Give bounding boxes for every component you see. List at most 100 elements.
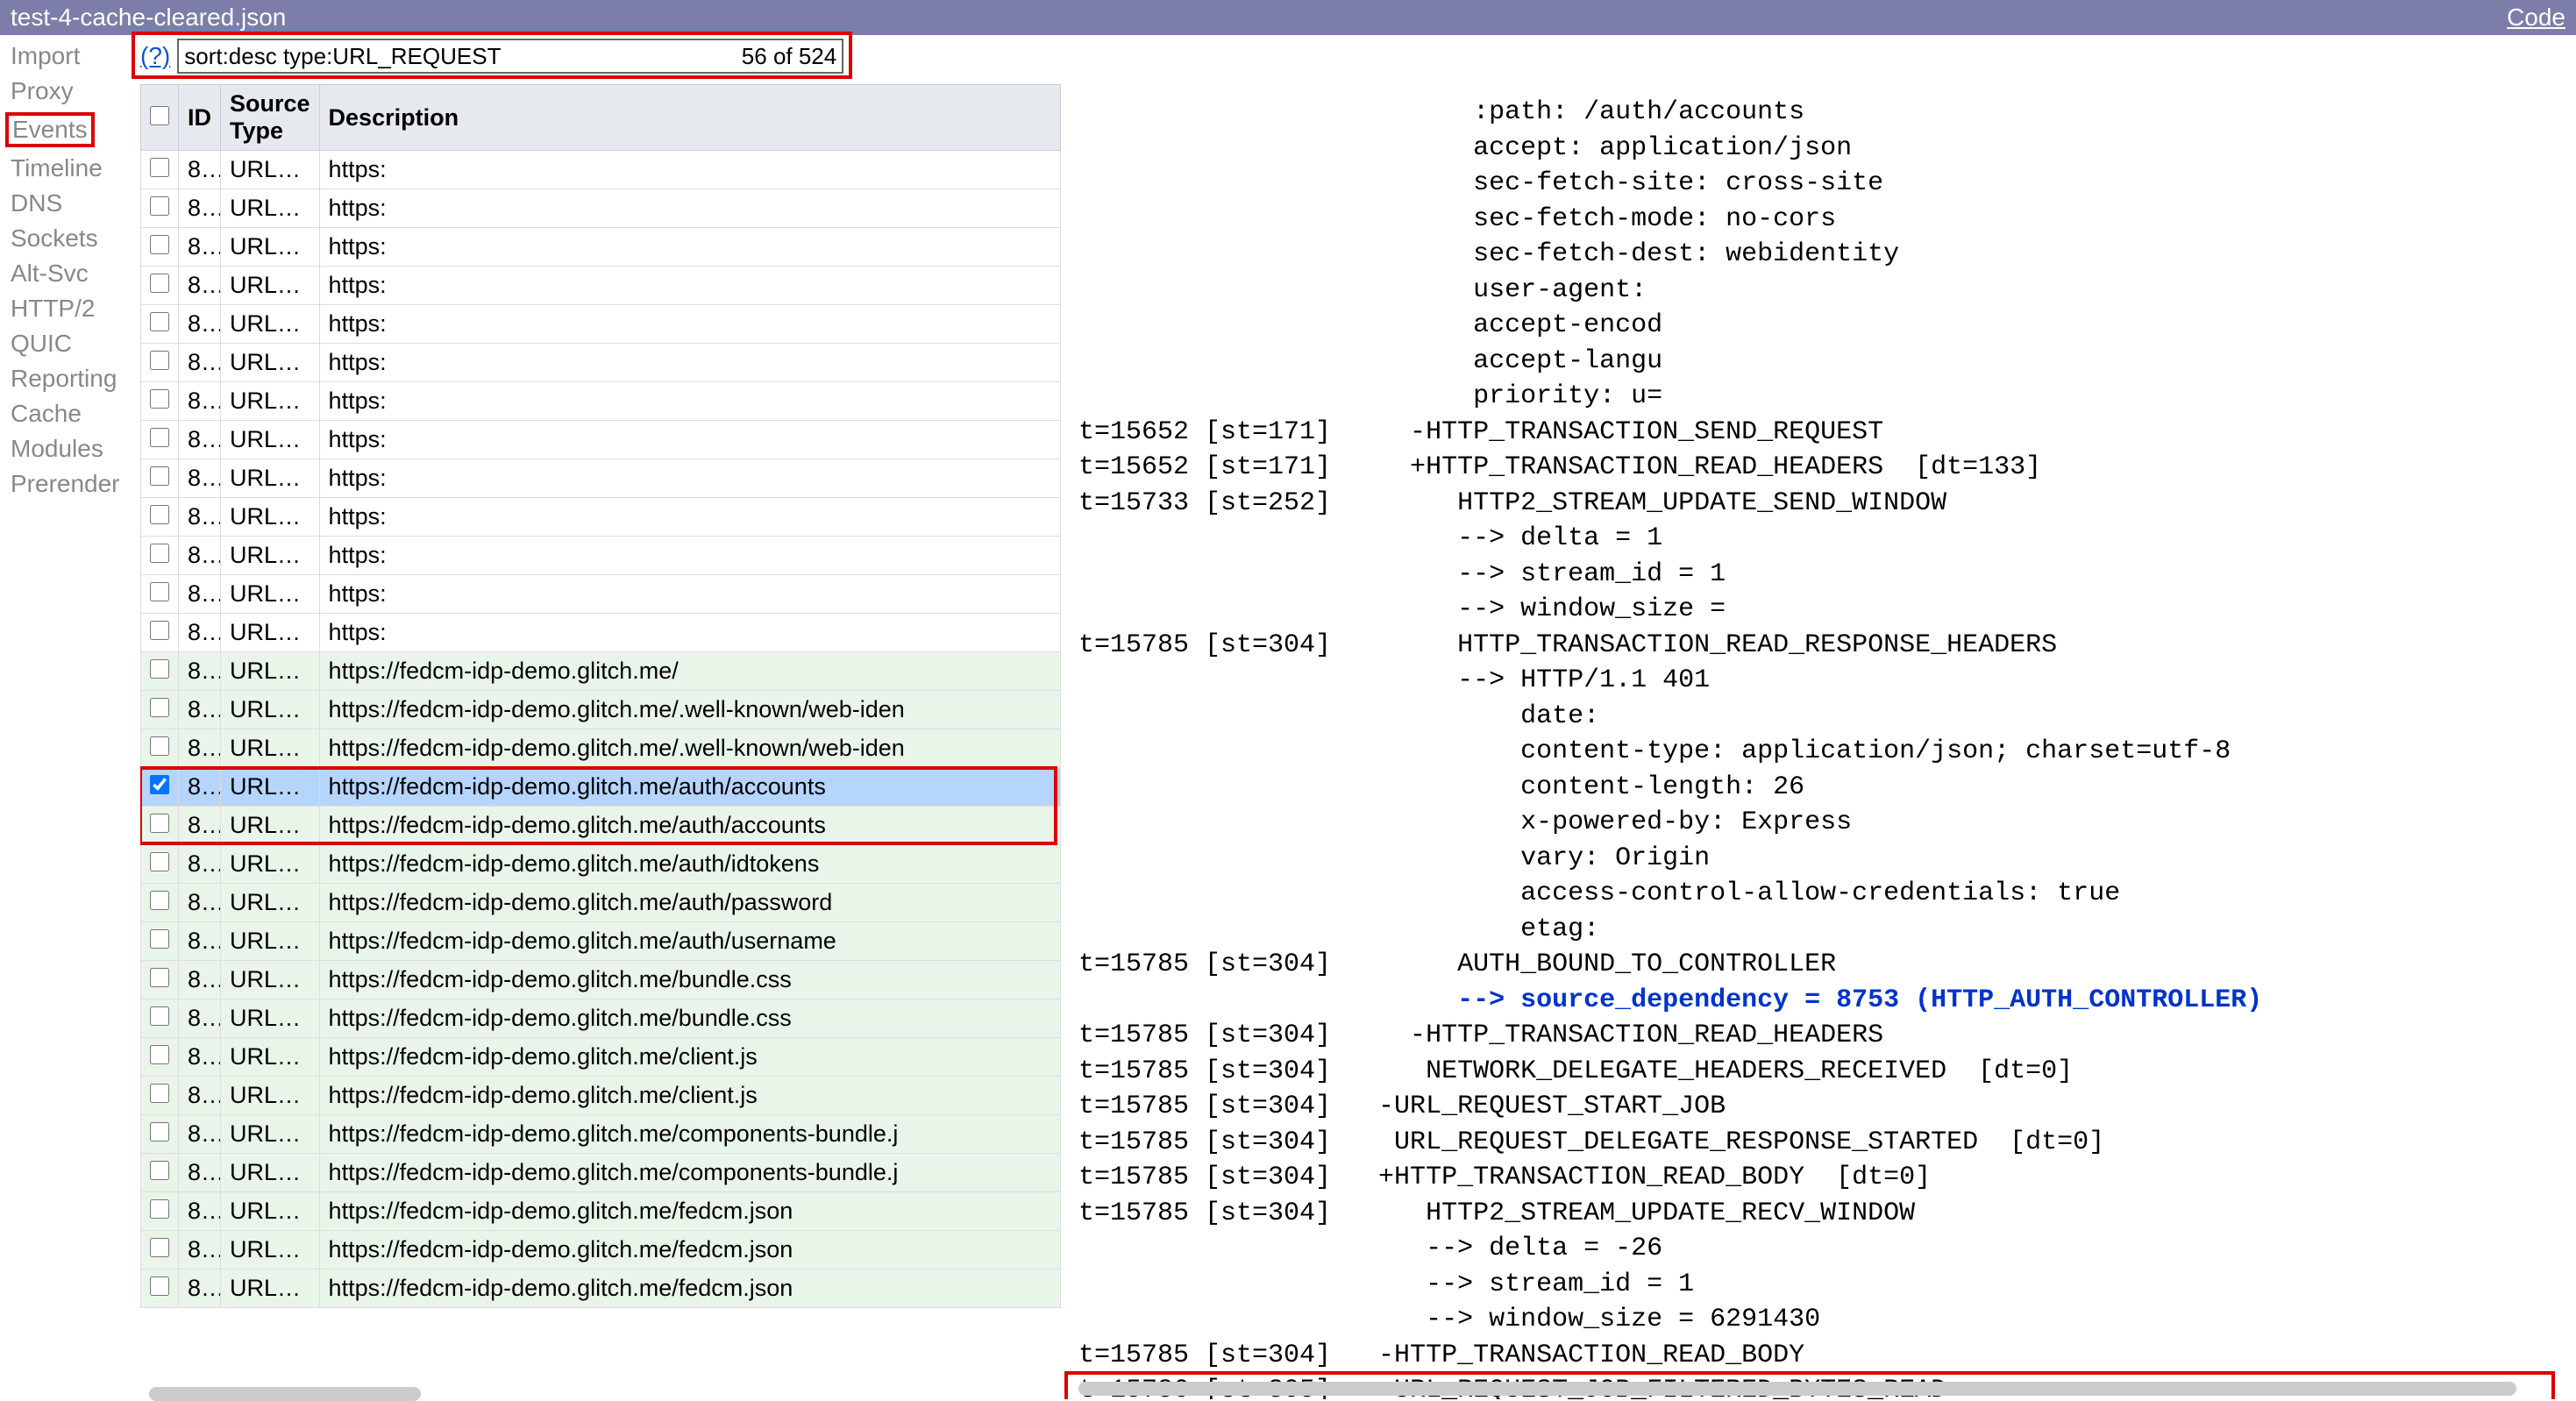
sidebar-item-prerender[interactable]: Prerender bbox=[11, 470, 140, 498]
row-checkbox[interactable] bbox=[150, 505, 169, 524]
row-checkbox[interactable] bbox=[150, 1006, 169, 1026]
row-checkbox[interactable] bbox=[150, 466, 169, 486]
row-checkbox[interactable] bbox=[150, 1161, 169, 1180]
row-description: https://fedcm-idp-demo.glitch.me/bundle.… bbox=[319, 961, 1060, 999]
row-checkbox[interactable] bbox=[150, 698, 169, 717]
log-line: t=15652 [st=171] -HTTP_TRANSACTION_SEND_… bbox=[1078, 415, 2558, 451]
row-checkbox[interactable] bbox=[150, 1045, 169, 1064]
row-source-type: URL_REQUEST bbox=[221, 498, 320, 537]
filter-help-link[interactable]: (?) bbox=[140, 42, 170, 70]
sidebar-item-altsvc[interactable]: Alt-Svc bbox=[11, 260, 140, 288]
table-row[interactable]: 8968URL_REQUESThttps://fedcm-idp-demo.gl… bbox=[141, 807, 1061, 845]
row-id: 8682 bbox=[179, 1192, 221, 1231]
table-row[interactable]: 8777URL_REQUESThttps://fedcm-idp-demo.gl… bbox=[141, 652, 1061, 691]
row-checkbox[interactable] bbox=[150, 775, 169, 794]
sidebar-item-events[interactable]: Events bbox=[5, 112, 95, 147]
row-checkbox[interactable] bbox=[150, 814, 169, 833]
row-checkbox[interactable] bbox=[150, 929, 169, 949]
table-row[interactable]: 8788URL_REQUESThttps://fedcm-idp-demo.gl… bbox=[141, 961, 1061, 999]
table-row[interactable]: 8938URL_REQUESThttps://fedcm-idp-demo.gl… bbox=[141, 884, 1061, 922]
table-row[interactable]: 8568URL_REQUESThttps: bbox=[141, 151, 1061, 189]
row-description: https: bbox=[319, 614, 1060, 652]
row-checkbox[interactable] bbox=[150, 659, 169, 679]
table-row[interactable]: 8790URL_REQUESThttps://fedcm-idp-demo.gl… bbox=[141, 1115, 1061, 1154]
select-all-checkbox[interactable] bbox=[150, 106, 169, 125]
table-row[interactable]: 8958URL_REQUESThttps://fedcm-idp-demo.gl… bbox=[141, 729, 1061, 768]
sidebar-item-timeline[interactable]: Timeline bbox=[11, 154, 140, 182]
code-link[interactable]: Code bbox=[2507, 0, 2565, 35]
row-checkbox[interactable] bbox=[150, 1084, 169, 1103]
col-id[interactable]: ID bbox=[179, 85, 221, 151]
row-checkbox[interactable] bbox=[150, 736, 169, 756]
sidebar-item-modules[interactable]: Modules bbox=[11, 435, 140, 463]
row-checkbox[interactable] bbox=[150, 852, 169, 871]
table-row[interactable]: 8960URL_REQUESThttps://fedcm-idp-demo.gl… bbox=[141, 1269, 1061, 1308]
col-description[interactable]: Description bbox=[319, 85, 1060, 151]
sidebar-item-cache[interactable]: Cache bbox=[11, 400, 140, 428]
table-row[interactable]: 8631URL_REQUESThttps: bbox=[141, 267, 1061, 305]
log-line: t=15785 [st=304] -HTTP_TRANSACTION_READ_… bbox=[1078, 1018, 2558, 1054]
table-row[interactable]: 8743URL_REQUESThttps://fedcm-idp-demo.gl… bbox=[141, 768, 1061, 807]
row-description: https: bbox=[319, 537, 1060, 575]
log-line: --> stream_id = 1 bbox=[1078, 1267, 2558, 1303]
row-id: 8830 bbox=[179, 459, 221, 498]
table-row[interactable]: 8718URL_REQUESThttps://fedcm-idp-demo.gl… bbox=[141, 1231, 1061, 1269]
row-checkbox[interactable] bbox=[150, 1277, 169, 1296]
sidebar-item-http2[interactable]: HTTP/2 bbox=[11, 295, 140, 323]
row-checkbox[interactable] bbox=[150, 621, 169, 640]
table-row[interactable]: 8822URL_REQUESThttps://fedcm-idp-demo.gl… bbox=[141, 1038, 1061, 1077]
table-row[interactable]: 8764URL_REQUESThttps: bbox=[141, 575, 1061, 614]
row-checkbox[interactable] bbox=[150, 312, 169, 331]
table-row[interactable]: 8682URL_REQUESThttps://fedcm-idp-demo.gl… bbox=[141, 1192, 1061, 1231]
sidebar-item-proxy[interactable]: Proxy bbox=[11, 77, 140, 105]
table-row[interactable]: 8617URL_REQUESThttps: bbox=[141, 498, 1061, 537]
row-checkbox[interactable] bbox=[150, 274, 169, 293]
log-line: --> window_size = bbox=[1078, 592, 2558, 628]
filter-row: (?) sort:desc type:URL_REQUEST 56 of 524 bbox=[140, 35, 1061, 84]
table-row[interactable]: 8589URL_REQUESThttps: bbox=[141, 537, 1061, 575]
row-checkbox[interactable] bbox=[150, 428, 169, 447]
table-row[interactable]: 8920URL_REQUESThttps://fedcm-idp-demo.gl… bbox=[141, 1077, 1061, 1115]
sidebar-item-sockets[interactable]: Sockets bbox=[11, 224, 140, 252]
table-row[interactable]: 8893URL_REQUESThttps: bbox=[141, 305, 1061, 344]
sidebar-item-quic[interactable]: QUIC bbox=[11, 330, 140, 358]
row-checkbox[interactable] bbox=[150, 351, 169, 370]
row-source-type: URL_REQUEST bbox=[221, 1038, 320, 1077]
main-layout: Import Proxy Events Timeline DNS Sockets Alt-S… bbox=[0, 35, 2576, 1399]
row-source-type: URL_REQUEST bbox=[221, 691, 320, 729]
col-checkbox[interactable] bbox=[141, 85, 179, 151]
row-checkbox[interactable] bbox=[150, 235, 169, 254]
row-checkbox[interactable] bbox=[150, 158, 169, 177]
table-row[interactable]: 8716URL_REQUESThttps://fedcm-idp-demo.gl… bbox=[141, 691, 1061, 729]
row-checkbox[interactable] bbox=[150, 891, 169, 910]
table-row[interactable]: 8726URL_REQUESThttps: bbox=[141, 228, 1061, 267]
sidebar-item-reporting[interactable]: Reporting bbox=[11, 365, 140, 393]
row-checkbox[interactable] bbox=[150, 582, 169, 601]
col-source-type[interactable]: Source Type bbox=[221, 85, 320, 151]
sidebar-item-dns[interactable]: DNS bbox=[11, 189, 140, 217]
row-source-type: URL_REQUEST bbox=[221, 305, 320, 344]
row-checkbox[interactable] bbox=[150, 968, 169, 987]
log-line: t=15785 [st=304] +HTTP_TRANSACTION_READ_… bbox=[1078, 1160, 2558, 1196]
table-row[interactable]: 8939URL_REQUESThttps: bbox=[141, 382, 1061, 421]
table-row[interactable]: 8984URL_REQUESThttps://fedcm-idp-demo.gl… bbox=[141, 845, 1061, 884]
table-row[interactable]: 8869URL_REQUESThttps: bbox=[141, 614, 1061, 652]
table-row[interactable]: 8926URL_REQUESThttps: bbox=[141, 421, 1061, 459]
horizontal-scrollbar-right[interactable] bbox=[1078, 1382, 2516, 1396]
table-row[interactable]: 8855URL_REQUESThttps://fedcm-idp-demo.gl… bbox=[141, 922, 1061, 961]
table-row[interactable]: 8754URL_REQUESThttps: bbox=[141, 189, 1061, 228]
row-checkbox[interactable] bbox=[150, 1199, 169, 1219]
row-checkbox[interactable] bbox=[150, 1238, 169, 1257]
row-checkbox[interactable] bbox=[150, 1122, 169, 1141]
table-row[interactable]: 8892URL_REQUESThttps://fedcm-idp-demo.gl… bbox=[141, 999, 1061, 1038]
row-checkbox[interactable] bbox=[150, 389, 169, 409]
table-row[interactable]: 8830URL_REQUESThttps: bbox=[141, 459, 1061, 498]
table-row[interactable]: 8894URL_REQUESThttps://fedcm-idp-demo.gl… bbox=[141, 1154, 1061, 1192]
table-row[interactable]: 8851URL_REQUESThttps: bbox=[141, 344, 1061, 382]
sidebar-item-import[interactable]: Import bbox=[11, 42, 140, 70]
row-checkbox[interactable] bbox=[150, 544, 169, 563]
row-id: 8968 bbox=[179, 807, 221, 845]
filter-input[interactable]: sort:desc type:URL_REQUEST 56 of 524 bbox=[177, 39, 843, 74]
row-source-type: URL_REQUEST bbox=[221, 922, 320, 961]
row-checkbox[interactable] bbox=[150, 196, 169, 216]
